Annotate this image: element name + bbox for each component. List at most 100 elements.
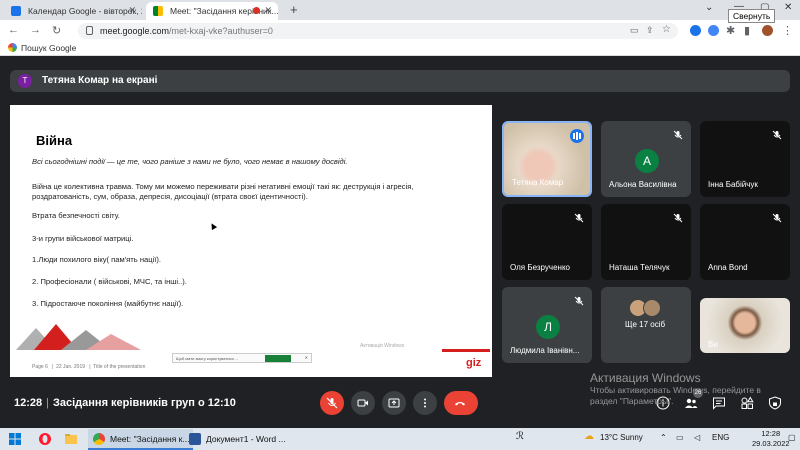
mouse-cursor	[208, 221, 218, 231]
banner-button[interactable]	[265, 355, 291, 362]
tab-calendar[interactable]: Календар Google - вівторок, 29 ... ✕	[4, 2, 142, 20]
star-icon[interactable]: ☆	[662, 24, 671, 35]
minimize-tooltip: Свернуть	[728, 9, 776, 23]
browser-tab-strip: Календар Google - вівторок, 29 ... ✕ Mee…	[0, 0, 800, 20]
camera-toggle-button[interactable]	[351, 391, 375, 415]
shared-screen: Війна Всі сьогоднішні події — це те, чог…	[10, 105, 492, 377]
extension-icon[interactable]	[708, 25, 719, 36]
address-bar-row: ← → ↻ meet.google.com/met-kxaj-vke?authu…	[0, 20, 800, 42]
mic-off-icon	[673, 210, 683, 223]
shield-lock-icon	[769, 396, 781, 410]
info-button[interactable]	[656, 396, 670, 410]
participant-avatar: Л	[536, 315, 560, 339]
host-controls-button[interactable]	[768, 396, 782, 410]
participant-name: Наташа Телячук	[609, 263, 670, 272]
presenter-text: Тетяна Комар на екрані	[42, 75, 158, 86]
weather-text[interactable]: 13°C Sunny	[600, 433, 643, 442]
forward-icon[interactable]: →	[30, 24, 41, 36]
clock-date: 29.03.2022	[752, 439, 790, 448]
meeting-title: Засідання керівників груп о 12:10	[53, 397, 236, 409]
notification-banner: Щоб мати змогу користуватися ... ✕	[172, 353, 312, 363]
tile-tetiana-komar[interactable]: Тетяна Комар	[502, 121, 592, 197]
participants-count-badge: 26	[693, 388, 703, 398]
tile-more-participants[interactable]: Ще 17 осіб	[601, 287, 691, 363]
present-button[interactable]	[382, 391, 406, 415]
taskbar-clock[interactable]: 12:28 29.03.2022	[752, 429, 790, 449]
mic-off-icon	[772, 127, 782, 140]
tray-chevron-icon[interactable]: ⌃	[660, 433, 667, 442]
puzzle-icon[interactable]: ✱	[726, 24, 735, 37]
tile-olia[interactable]: Оля Безрученко	[502, 204, 592, 280]
close-icon[interactable]: ✕	[128, 5, 136, 16]
share-icon[interactable]: ⇪	[646, 25, 654, 36]
slide-text: 1.Люди похилого віку( пам'ять нації).	[32, 255, 162, 264]
cast-icon[interactable]: ▭	[630, 25, 639, 36]
tile-alona[interactable]: A Альона Василівна	[601, 121, 691, 197]
word-icon	[189, 433, 201, 445]
participants-button[interactable]	[684, 396, 698, 410]
taskbar-app-chrome[interactable]: Meet: "Засідання к...	[88, 429, 194, 450]
network-icon[interactable]: ▭	[676, 433, 684, 442]
leave-call-button[interactable]	[444, 391, 478, 415]
close-icon[interactable]: ✕	[264, 5, 272, 16]
mic-off-icon	[574, 210, 584, 223]
mic-toggle-button[interactable]	[320, 391, 344, 415]
decorative-shapes	[16, 324, 141, 350]
speaking-indicator	[570, 129, 584, 143]
tab-search-icon[interactable]: ⌄	[705, 2, 713, 13]
tab-meet[interactable]: Meet: "Засідання керівник... ✕	[146, 2, 278, 20]
url-path: /met-kxaj-vke?authuser=0	[169, 26, 273, 36]
mic-off-icon	[326, 397, 338, 409]
participant-name: Тетяна Комар	[512, 178, 564, 187]
slide-text: Війна це колективна травма. Тому ми може…	[32, 182, 414, 201]
calendar-icon	[11, 6, 21, 16]
banner-close[interactable]: ✕	[305, 355, 308, 360]
bookmarks-bar: Пошук Google	[0, 42, 800, 56]
new-tab-button[interactable]: +	[290, 2, 298, 17]
activate-title: Активация Windows	[590, 371, 701, 385]
close-window-icon[interactable]: ✕	[784, 2, 792, 13]
volume-icon[interactable]: ◁	[694, 433, 700, 442]
profile-avatar[interactable]	[762, 25, 773, 36]
activities-button[interactable]	[740, 396, 754, 410]
tile-natasha[interactable]: Наташа Телячук	[601, 204, 691, 280]
participant-name: Ви	[708, 340, 718, 349]
accessibility-icon[interactable]: ℛ	[516, 431, 524, 442]
back-icon[interactable]: ←	[8, 24, 19, 36]
bookmark-google[interactable]: Пошук Google	[8, 43, 76, 53]
windows-taskbar: Meet: "Засідання к... Документ1 - Word .…	[0, 428, 800, 450]
reload-icon[interactable]: ↻	[52, 24, 61, 37]
slide-watermark: Активація Windows	[360, 343, 405, 349]
info-icon	[656, 396, 670, 410]
meeting-time: 12:28	[14, 397, 43, 409]
mic-off-icon	[673, 127, 683, 140]
tile-self[interactable]: Ви	[700, 298, 790, 353]
bookmark-label: Пошук Google	[21, 43, 77, 53]
url-field[interactable]: meet.google.com/met-kxaj-vke?authuser=0 …	[78, 23, 678, 39]
sidepanel-icon[interactable]: ▮	[744, 24, 750, 37]
participant-name: Anna Bond	[708, 263, 748, 272]
tile-anna[interactable]: Anna Bond	[700, 204, 790, 280]
more-options-button[interactable]	[413, 391, 437, 415]
taskbar-app-word[interactable]: Документ1 - Word ...	[184, 429, 290, 450]
avatar-stack	[629, 299, 665, 317]
slide-text: Втрата безпечності світу.	[32, 211, 120, 220]
windows-start-icon[interactable]	[8, 432, 22, 446]
menu-icon[interactable]: ⋮	[782, 24, 793, 37]
language-indicator[interactable]: ENG	[712, 433, 729, 442]
opera-icon[interactable]	[38, 432, 52, 446]
chat-button[interactable]	[712, 396, 726, 410]
folder-icon[interactable]	[64, 432, 78, 446]
url-host: meet.google.com	[100, 26, 170, 36]
participant-name: Людмила Іванівн...	[510, 346, 580, 355]
notification-icon[interactable]: ▢	[788, 433, 796, 442]
footer-page: Page 6	[32, 364, 48, 370]
slide-title: Війна	[36, 133, 73, 148]
camera-icon	[357, 399, 368, 407]
participant-avatar: A	[635, 149, 659, 173]
meet-icon	[153, 6, 163, 16]
tile-liudmyla[interactable]: Л Людмила Іванівн...	[502, 287, 592, 363]
tile-inna[interactable]: Інна Бабійчук	[700, 121, 790, 197]
extension-icon[interactable]	[690, 25, 701, 36]
logo-bar	[442, 349, 490, 352]
